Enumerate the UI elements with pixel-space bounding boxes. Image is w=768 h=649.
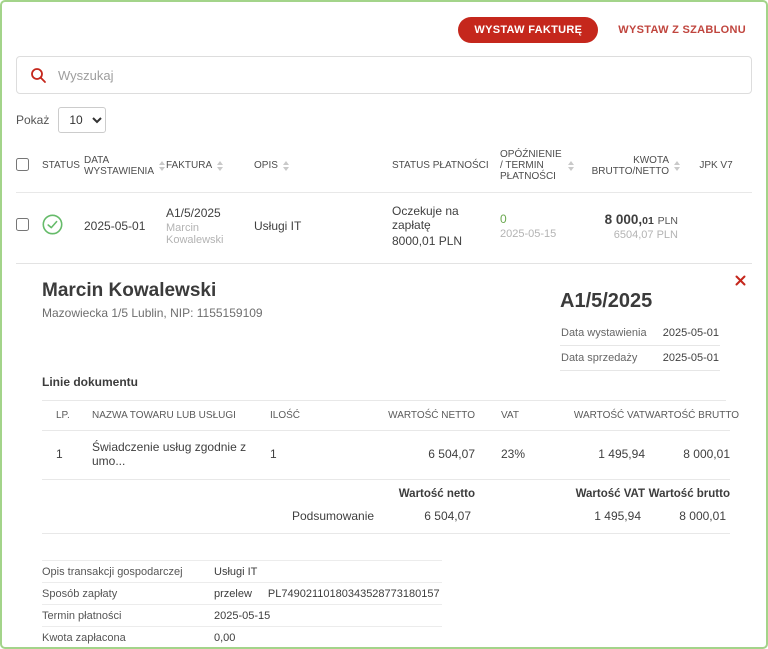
cell-amount: 8 000,01 PLN 6504,07 PLN [582, 212, 688, 241]
cell-issue-date: 2025-05-01 [84, 219, 166, 233]
page-size-control: Pokaż 10 [16, 107, 752, 133]
invoice-number: A1/5/2025 [166, 206, 254, 220]
summary-header-row: Wartość netto Wartość VAT Wartość brutto [42, 480, 730, 505]
invoice-properties: Opis transakcji gospodarczej Usługi IT S… [42, 560, 442, 649]
delay-days: 0 [500, 212, 582, 226]
property-row: Opis transakcji gospodarczej Usługi IT [42, 560, 442, 583]
search-icon [30, 67, 47, 84]
status-paid-check-icon [42, 224, 63, 238]
app-window: WYSTAW FAKTURĘ WYSTAW Z SZABLONU Pokaż 1… [0, 0, 768, 649]
issue-from-template-button[interactable]: WYSTAW Z SZABLONU [618, 24, 746, 36]
cell-delay-due: 0 2025-05-15 [500, 212, 582, 240]
select-all-checkbox[interactable] [16, 158, 29, 171]
meta-row-sale-date: Data sprzedaży 2025-05-01 [560, 346, 720, 371]
net-amount: 6504,07 PLN [582, 229, 678, 241]
sort-icon[interactable] [568, 161, 574, 171]
meta-row-issue-date: Data wystawienia 2025-05-01 [560, 321, 720, 346]
column-payment-status: STATUS PŁATNOŚCI [392, 160, 489, 171]
line-item-name: Świadczenie usług zgodnie z umo... [92, 440, 270, 468]
column-status: STATUS [42, 160, 80, 171]
column-issue-date[interactable]: DATA WYSTAWIENIA [84, 155, 166, 177]
issue-invoice-button[interactable]: WYSTAW FAKTURĘ [458, 17, 598, 43]
sort-icon[interactable] [674, 161, 680, 171]
cell-payment-status: Oczekuje na zapłatę 8000,01 PLN [392, 204, 500, 248]
close-icon[interactable] [731, 271, 750, 290]
detail-invoice-number: A1/5/2025 [560, 290, 720, 313]
page-size-select[interactable]: 10 [58, 107, 106, 133]
due-date: 2025-05-15 [500, 228, 582, 240]
invoice-row[interactable]: 2025-05-01 A1/5/2025 Marcin Kowalewski U… [16, 193, 752, 263]
buyer-block: Marcin Kowalewski Mazowiecka 1/5 Lublin,… [42, 280, 263, 371]
summary-row: Podsumowanie 6 504,07 1 495,94 8 000,01 [42, 505, 730, 534]
lines-header-row: LP. NAZWA TOWARU LUB USŁUGI ILOŚĆ WARTOŚ… [42, 401, 730, 431]
buyer-info: Mazowiecka 1/5 Lublin, NIP: 1155159109 [42, 306, 263, 320]
sort-icon[interactable] [159, 161, 165, 171]
topbar: WYSTAW FAKTURĘ WYSTAW Z SZABLONU [16, 14, 752, 46]
sort-icon[interactable] [217, 161, 223, 171]
column-delay-due[interactable]: OPÓŹNIENIE / TERMIN PŁATNOŚCI [500, 149, 582, 182]
property-row: Kwota zapłacona 0,00 [42, 627, 442, 649]
property-row: Termin płatności 2025-05-15 [42, 605, 442, 627]
search-input[interactable] [58, 68, 738, 83]
invoice-table-header: STATUS DATA WYSTAWIENIA FAKTURA OPIS STA… [16, 143, 752, 193]
column-amount[interactable]: KWOTA BRUTTO/NETTO [582, 155, 688, 177]
detail-head: Marcin Kowalewski Mazowiecka 1/5 Lublin,… [42, 280, 726, 371]
document-lines-table: LP. NAZWA TOWARU LUB USŁUGI ILOŚĆ WARTOŚ… [42, 401, 730, 534]
invoice-contractor: Marcin Kowalewski [166, 222, 254, 246]
sort-icon[interactable] [283, 161, 289, 171]
cell-description: Usługi IT [254, 219, 392, 233]
document-meta: A1/5/2025 Data wystawienia 2025-05-01 Da… [560, 280, 720, 371]
column-invoice[interactable]: FAKTURA [166, 160, 254, 171]
search-box [16, 56, 752, 94]
bank-account-number: PL74902110180343528773180157 [268, 588, 440, 600]
document-lines-heading: Linie dokumentu [42, 375, 726, 401]
cell-invoice: A1/5/2025 Marcin Kowalewski [166, 206, 254, 246]
page-size-label: Pokaż [16, 113, 49, 127]
line-item-row: 1 Świadczenie usług zgodnie z umo... 1 6… [42, 431, 730, 480]
property-row: Sposób zapłaty przelewPL7490211018034352… [42, 583, 442, 605]
buyer-name: Marcin Kowalewski [42, 280, 263, 302]
summary-label: Podsumowanie [292, 509, 418, 523]
invoices-page: WYSTAW FAKTURĘ WYSTAW Z SZABLONU Pokaż 1… [2, 2, 766, 647]
row-checkbox[interactable] [16, 218, 29, 231]
invoice-detail-panel: Marcin Kowalewski Mazowiecka 1/5 Lublin,… [16, 263, 752, 649]
column-jpk: JPK V7 [699, 160, 732, 171]
column-description[interactable]: OPIS [254, 160, 392, 171]
